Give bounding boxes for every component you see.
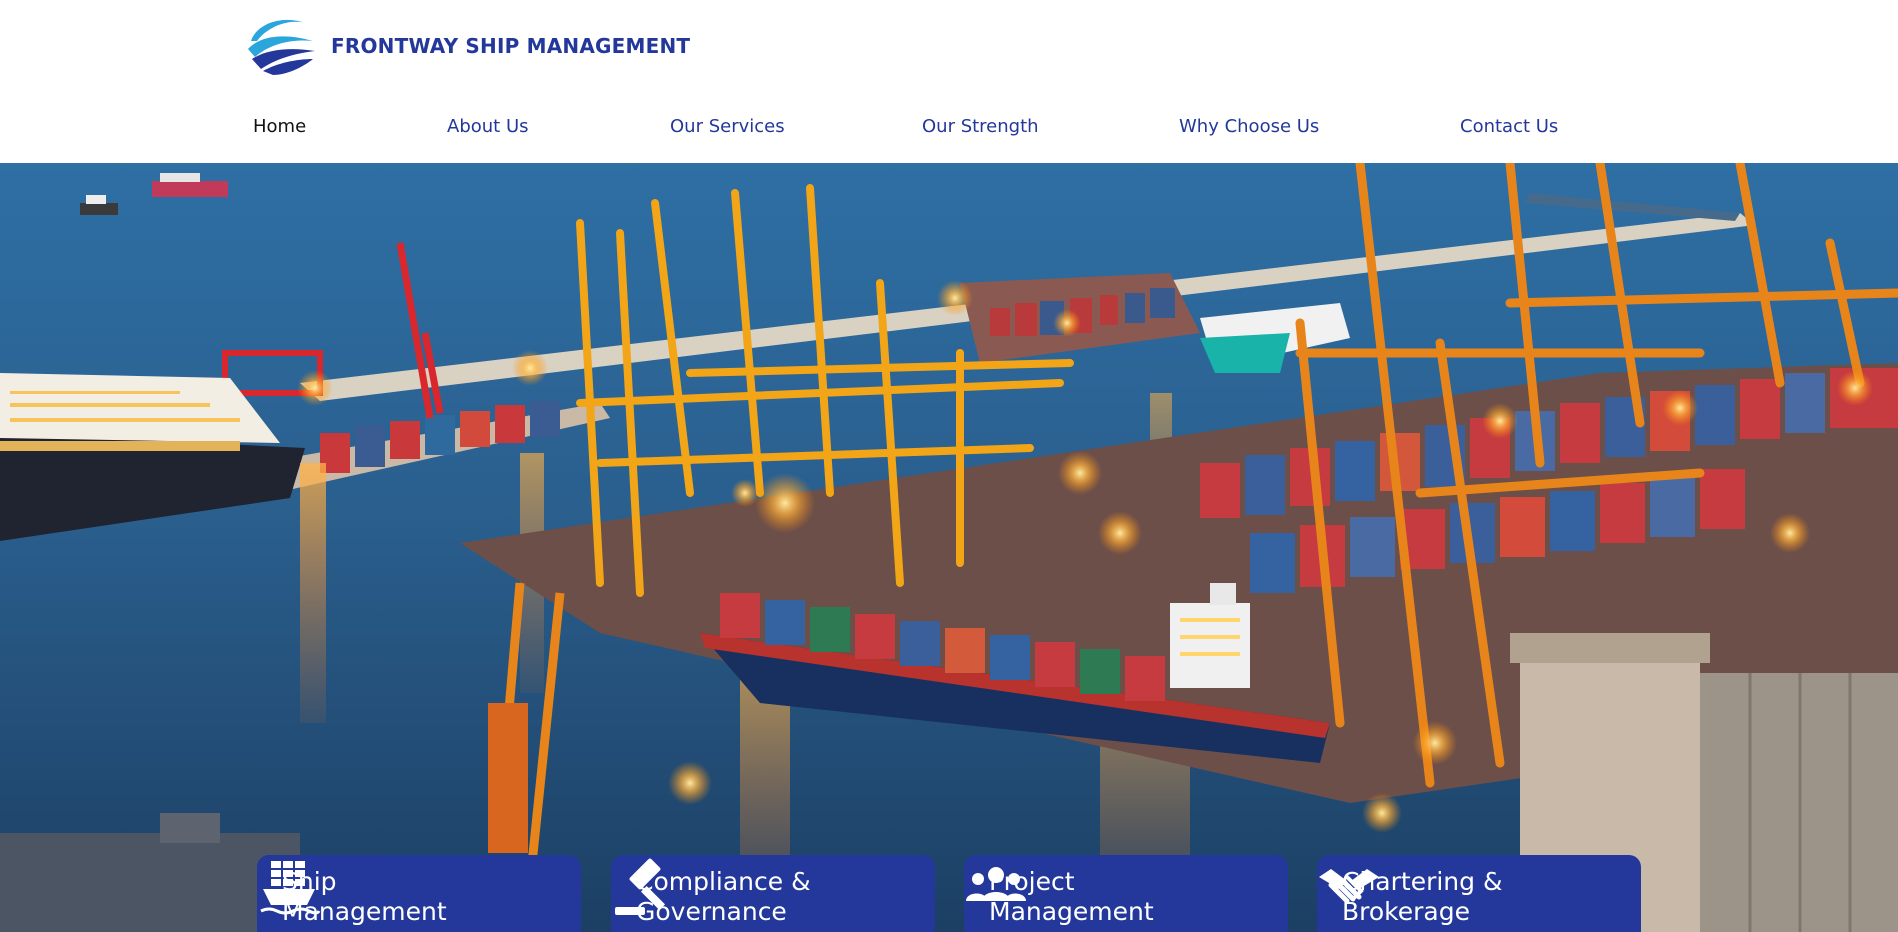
service-card-project-management[interactable]: Project Management [964,855,1288,932]
nav-our-services[interactable]: Our Services [670,116,785,137]
cargo-ship-icon [260,861,321,915]
port-at-dusk-image [0,163,1898,932]
brand-name[interactable]: FRONTWAY SHIP MANAGEMENT [331,34,690,58]
nav-our-strength[interactable]: Our Strength [922,116,1039,137]
nav-why-choose-us[interactable]: Why Choose Us [1179,116,1319,137]
handshake-icon [1319,869,1379,904]
waves-logo-icon[interactable] [243,13,318,79]
nav-about-us[interactable]: About Us [447,116,529,137]
hero-banner: Ship Management Compliance & Governance … [0,163,1898,932]
nav-contact-us[interactable]: Contact Us [1460,116,1558,137]
gavel-icon [615,858,666,915]
site-header: FRONTWAY SHIP MANAGEMENT Home About Us O… [0,0,1898,163]
service-card-ship-management[interactable]: Ship Management [257,855,581,932]
service-card-chartering-brokerage[interactable]: Chartering & Brokerage [1317,855,1641,932]
team-icon [966,867,1026,901]
service-card-compliance-governance[interactable]: Compliance & Governance [611,855,935,932]
main-nav: Home About Us Our Services Our Strength … [0,116,1898,142]
nav-home[interactable]: Home [253,116,306,137]
